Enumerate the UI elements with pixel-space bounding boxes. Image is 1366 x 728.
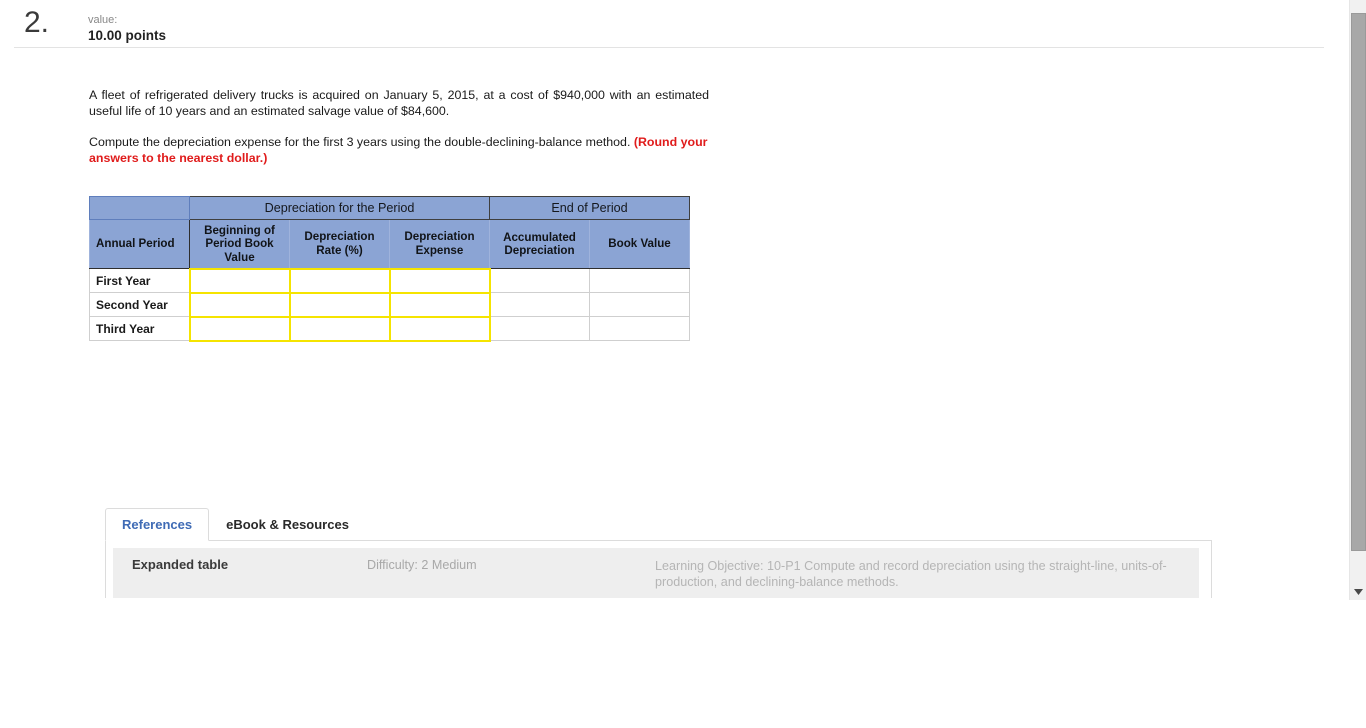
- column-header-row: Annual Period Beginning of Period Book V…: [89, 219, 690, 269]
- input-third-year-depreciation-rate[interactable]: [288, 315, 391, 342]
- col-head-line-1: Depreciation: [304, 230, 375, 244]
- row-label-second-year: Second Year: [89, 292, 190, 317]
- input-third-year-depreciation-expense[interactable]: [388, 315, 491, 342]
- references-panel: Expanded table Difficulty: 2 Medium Lear…: [105, 541, 1212, 598]
- col-head-line-1: Beginning of: [204, 223, 275, 237]
- tabs-row: References eBook & Resources: [105, 508, 1212, 541]
- column-header-book-value: Book Value: [589, 219, 690, 269]
- col-head-line-2: Expense: [415, 243, 464, 257]
- col-head-line-2: Rate (%): [316, 243, 363, 257]
- table-row: First Year: [89, 267, 690, 294]
- group-header-depreciation-for-period: Depreciation for the Period: [189, 196, 490, 220]
- column-header-annual-period: Annual Period: [89, 219, 190, 269]
- input-third-year-beginning-book-value[interactable]: [188, 315, 291, 342]
- cell-third-year-book-value: [589, 316, 690, 341]
- question-paragraph-2: Compute the depreciation expense for the…: [89, 135, 711, 166]
- col-head-line-2: Depreciation: [504, 244, 575, 257]
- cell-second-year-accumulated-depreciation: [489, 292, 590, 317]
- group-header-blank: [89, 196, 190, 220]
- question-body: A fleet of refrigerated delivery trucks …: [89, 88, 729, 182]
- question-number: 2.: [24, 6, 50, 39]
- column-header-accumulated-depreciation: Accumulated Depreciation: [489, 219, 590, 269]
- row-label-first-year: First Year: [89, 268, 190, 293]
- table-row: Second Year: [89, 291, 690, 318]
- vertical-scrollbar[interactable]: [1349, 0, 1366, 600]
- tab-ebook-and-resources[interactable]: eBook & Resources: [209, 508, 366, 540]
- question-header: 2. value: 10.00 points: [14, 0, 1324, 48]
- cell-third-year-accumulated-depreciation: [489, 316, 590, 341]
- depreciation-table-body: First Year Second Year Third Year: [89, 267, 690, 342]
- input-second-year-depreciation-expense[interactable]: [388, 291, 491, 318]
- scrollbar-thumb[interactable]: [1351, 13, 1366, 551]
- cell-first-year-accumulated-depreciation: [489, 268, 590, 293]
- input-first-year-depreciation-rate[interactable]: [288, 267, 391, 294]
- chevron-down-icon: [1354, 588, 1363, 595]
- page-root: 2. value: 10.00 points A fleet of refrig…: [0, 0, 1366, 728]
- row-label-third-year: Third Year: [89, 316, 190, 341]
- question-value-label: value:: [88, 14, 118, 26]
- references-learning-objective: Learning Objective: 10-P1 Compute and re…: [655, 559, 1167, 589]
- cell-second-year-book-value: [589, 292, 690, 317]
- input-second-year-beginning-book-value[interactable]: [188, 291, 291, 318]
- group-header-row: Depreciation for the Period End of Perio…: [89, 196, 690, 220]
- table-row: Third Year: [89, 315, 690, 342]
- column-header-beginning-book-value: Beginning of Period Book Value: [189, 219, 290, 269]
- col-head-line-1: Depreciation: [404, 230, 475, 244]
- col-head-line-3: Value: [224, 250, 255, 264]
- col-head-line-2: Period Book: [205, 237, 274, 250]
- column-header-depreciation-expense: Depreciation Expense: [389, 219, 490, 269]
- question-paragraph-1: A fleet of refrigerated delivery trucks …: [89, 88, 709, 118]
- depreciation-table-head: Depreciation for the Period End of Perio…: [89, 196, 690, 269]
- input-first-year-depreciation-expense[interactable]: [388, 267, 491, 294]
- references-difficulty: Difficulty: 2 Medium: [367, 558, 477, 572]
- references-inner: Expanded table Difficulty: 2 Medium Lear…: [113, 548, 1199, 598]
- depreciation-table: Depreciation for the Period End of Perio…: [89, 196, 690, 342]
- question-paragraph-2-main: Compute the depreciation expense for the…: [89, 135, 634, 150]
- scrollbar-down-button[interactable]: [1350, 583, 1366, 600]
- references-title: Expanded table: [132, 557, 229, 572]
- cell-first-year-book-value: [589, 268, 690, 293]
- col-head-line-1: Accumulated: [503, 230, 576, 244]
- tabs-container: References eBook & Resources: [105, 508, 1212, 541]
- scroll-viewport: 2. value: 10.00 points A fleet of refrig…: [0, 0, 1338, 598]
- column-header-depreciation-rate: Depreciation Rate (%): [289, 219, 390, 269]
- input-first-year-beginning-book-value[interactable]: [188, 267, 291, 294]
- question-points: 10.00 points: [88, 28, 167, 43]
- tab-references[interactable]: References: [105, 508, 210, 541]
- group-header-end-of-period: End of Period: [489, 196, 690, 220]
- input-second-year-depreciation-rate[interactable]: [288, 291, 391, 318]
